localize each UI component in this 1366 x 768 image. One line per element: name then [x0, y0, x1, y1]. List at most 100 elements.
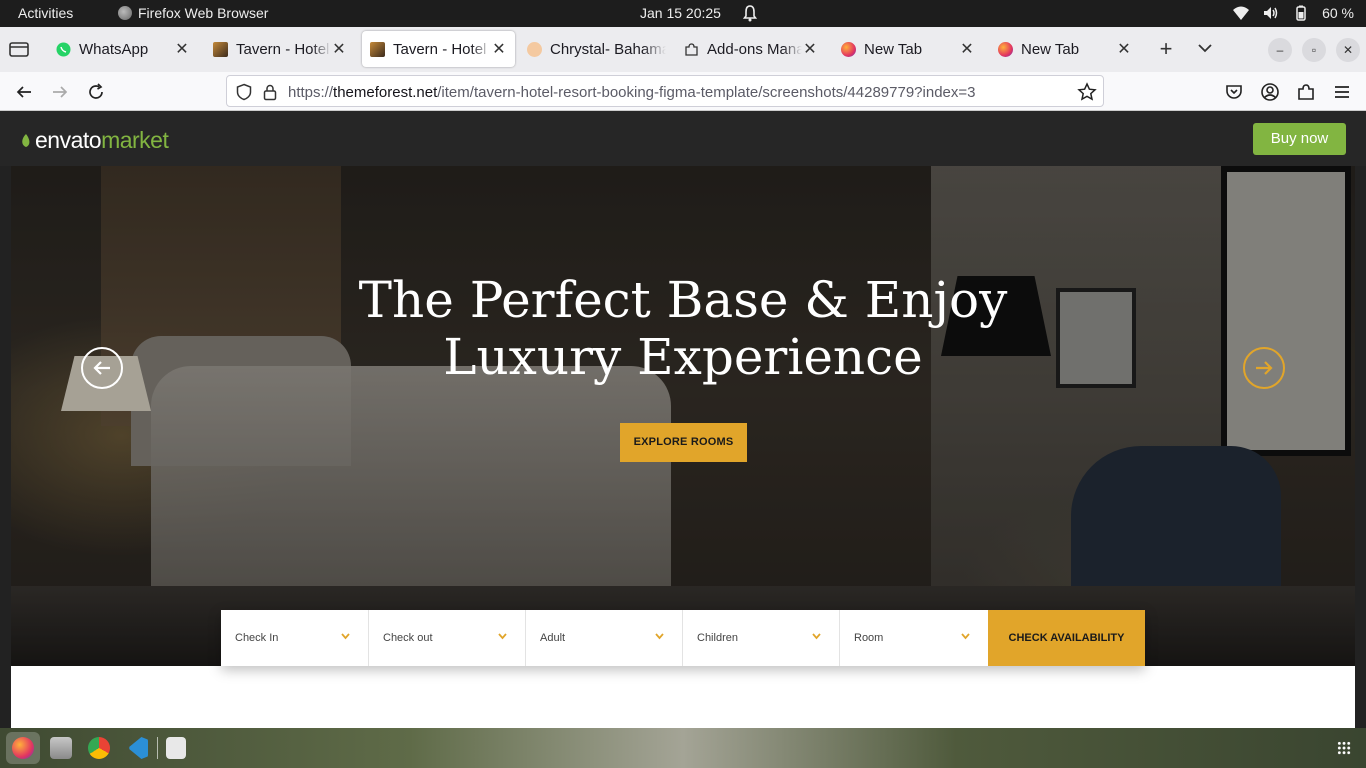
firefox-icon	[841, 41, 856, 57]
close-window-button[interactable]: ✕	[1336, 38, 1360, 62]
system-top-bar: Activities Firefox Web Browser Jan 15 20…	[0, 0, 1366, 27]
close-tab-icon[interactable]: ✕	[959, 39, 975, 59]
clock[interactable]: Jan 15 20:25	[640, 5, 721, 21]
envato-header: envato market Buy now	[0, 111, 1366, 166]
children-select[interactable]: Children	[683, 610, 840, 666]
chevron-down-icon	[961, 633, 970, 640]
chevron-down-icon	[812, 633, 821, 640]
back-icon[interactable]	[14, 82, 34, 102]
reload-icon[interactable]	[86, 82, 106, 102]
tab-title: New Tab	[864, 40, 923, 58]
battery-icon	[1296, 5, 1306, 21]
tab-strip: WhatsApp ✕ Tavern - Hotel & R ✕ Tavern -…	[0, 27, 1366, 72]
check-out-select[interactable]: Check out	[369, 610, 526, 666]
volume-icon	[1264, 7, 1278, 19]
url-text[interactable]: https://themeforest.net/item/tavern-hote…	[288, 84, 975, 101]
maximize-button[interactable]: ▫	[1302, 38, 1326, 62]
tavern-icon	[370, 41, 385, 57]
firefox-icon	[998, 41, 1013, 57]
tab-new-2[interactable]: New Tab ✕	[990, 31, 1140, 67]
slider-next-button[interactable]	[1243, 347, 1285, 389]
lock-icon[interactable]	[262, 83, 278, 101]
app-menu[interactable]: Firefox Web Browser	[118, 5, 268, 21]
logo-envato-text: envato	[35, 127, 102, 153]
tab-title: New Tab	[1021, 40, 1080, 58]
tab-title: Tavern - Hotel & R	[393, 40, 491, 58]
dock-separator	[157, 737, 158, 759]
forward-icon[interactable]	[50, 82, 70, 102]
tab-title: Chrystal- Bahamas	[550, 40, 666, 58]
check-availability-button[interactable]: CHECK AVAILABILITY	[988, 610, 1145, 666]
bookmark-star-icon[interactable]	[1077, 82, 1097, 102]
puzzle-icon	[685, 42, 698, 56]
field-label: Children	[697, 632, 738, 644]
new-tab-button[interactable]: +	[1155, 35, 1177, 63]
files-dock-icon[interactable]	[50, 737, 72, 759]
tab-tavern-active[interactable]: Tavern - Hotel & R ✕	[362, 31, 515, 67]
chevron-down-icon	[498, 633, 507, 640]
whatsapp-icon	[56, 42, 71, 56]
field-label: Adult	[540, 632, 566, 644]
chrome-dock-icon[interactable]	[88, 737, 110, 759]
check-in-select[interactable]: Check In	[221, 610, 369, 666]
system-tray[interactable]: 60 %	[1232, 4, 1354, 22]
chevron-down-icon[interactable]	[1196, 41, 1214, 55]
booking-bar: Check In Check out Adult Children Room C…	[221, 610, 1145, 666]
address-bar[interactable]: https://themeforest.net/item/tavern-hote…	[226, 75, 1104, 107]
firefox-view-icon[interactable]	[8, 39, 30, 59]
close-tab-icon[interactable]: ✕	[174, 39, 190, 59]
tracking-protection-icon[interactable]	[235, 83, 253, 101]
chevron-down-icon	[341, 633, 350, 640]
tab-new-1[interactable]: New Tab ✕	[833, 31, 983, 67]
hero-section: The Perfect Base & Enjoy Luxury Experien…	[11, 166, 1355, 666]
account-icon[interactable]	[1260, 82, 1280, 102]
tab-chrystal[interactable]: Chrystal- Bahamas	[519, 31, 674, 67]
vscode-dock-icon[interactable]	[129, 737, 148, 759]
buy-now-button[interactable]: Buy now	[1253, 123, 1346, 155]
battery-percent: 60 %	[1322, 5, 1354, 21]
arrow-right-icon	[1256, 361, 1273, 375]
room-select[interactable]: Room	[840, 610, 988, 666]
navigation-toolbar: https://themeforest.net/item/tavern-hote…	[0, 72, 1366, 111]
show-apps-icon[interactable]	[1337, 741, 1351, 755]
trash-dock-icon[interactable]	[166, 737, 186, 759]
tab-title: Add-ons Manager	[707, 40, 802, 58]
activities-button[interactable]: Activities	[18, 5, 73, 21]
field-label: Check In	[235, 632, 279, 644]
tab-title: WhatsApp	[79, 40, 149, 58]
close-tab-icon[interactable]: ✕	[491, 39, 507, 59]
firefox-app-icon	[118, 6, 132, 20]
tab-whatsapp[interactable]: WhatsApp ✕	[48, 31, 198, 67]
tavern-icon	[213, 41, 228, 57]
pocket-icon[interactable]	[1224, 82, 1244, 102]
adult-select[interactable]: Adult	[526, 610, 683, 666]
extensions-icon[interactable]	[1296, 82, 1316, 102]
hero-heading-line2: Luxury Experience	[443, 328, 923, 386]
hero-heading: The Perfect Base & Enjoy Luxury Experien…	[11, 272, 1355, 386]
minimize-button[interactable]: –	[1268, 38, 1292, 62]
hero-overlay	[11, 166, 1355, 666]
tab-title: Tavern - Hotel & R	[236, 40, 331, 58]
field-label: Room	[854, 632, 884, 644]
arrow-left-icon	[93, 361, 110, 375]
close-tab-icon[interactable]: ✕	[1116, 39, 1132, 59]
menu-icon[interactable]	[1332, 82, 1352, 102]
field-label: Check out	[383, 632, 433, 644]
firefox-dock-icon[interactable]	[12, 737, 34, 759]
logo-market-text: market	[101, 127, 169, 153]
close-tab-icon[interactable]: ✕	[331, 39, 347, 59]
chevron-down-icon	[655, 633, 664, 640]
notification-bell-icon[interactable]	[742, 4, 758, 22]
slider-prev-button[interactable]	[81, 347, 123, 389]
chrystal-icon	[527, 41, 542, 57]
close-tab-icon[interactable]: ✕	[802, 39, 818, 59]
wifi-icon	[1233, 6, 1250, 20]
hero-heading-line1: The Perfect Base & Enjoy	[358, 271, 1008, 329]
app-name: Firefox Web Browser	[138, 5, 269, 21]
template-preview: The Perfect Base & Enjoy Luxury Experien…	[0, 166, 1366, 728]
tab-addons[interactable]: Add-ons Manager ✕	[676, 31, 826, 67]
content-below-hero	[11, 666, 1355, 728]
explore-rooms-button[interactable]: EXPLORE ROOMS	[620, 423, 747, 462]
envato-market-logo[interactable]: envato market	[20, 127, 169, 154]
tab-tavern-1[interactable]: Tavern - Hotel & R ✕	[205, 31, 355, 67]
